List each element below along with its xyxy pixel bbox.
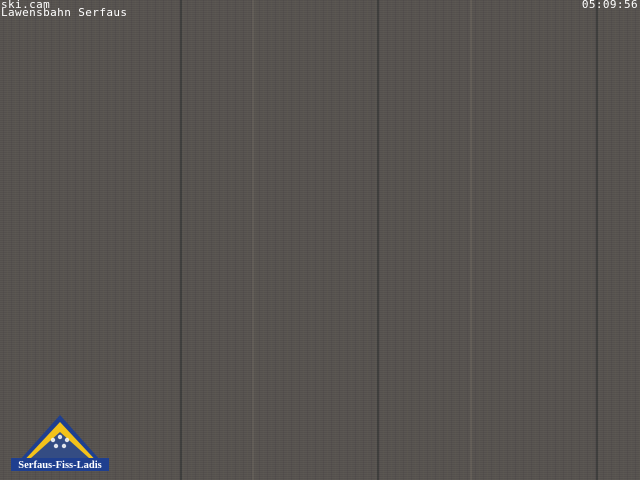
sensor-stripe [252, 0, 254, 480]
sensor-stripe [377, 0, 379, 480]
camera-location-label: Lawensbahn Serfaus [1, 6, 128, 19]
mountain-triangle-logo-icon: Serfaus-Fiss-Ladis [11, 415, 109, 471]
timestamp-label: 05:09:56 [581, 0, 638, 11]
sensor-stripe [180, 0, 182, 480]
webcam-frame: ski.cam Lawensbahn Serfaus 05:09:56 Serf… [0, 0, 640, 480]
logo-text: Serfaus-Fiss-Ladis [18, 460, 101, 471]
sensor-stripe [470, 0, 472, 480]
sensor-stripe [596, 0, 598, 480]
serfaus-fiss-ladis-logo: Serfaus-Fiss-Ladis [9, 414, 111, 472]
